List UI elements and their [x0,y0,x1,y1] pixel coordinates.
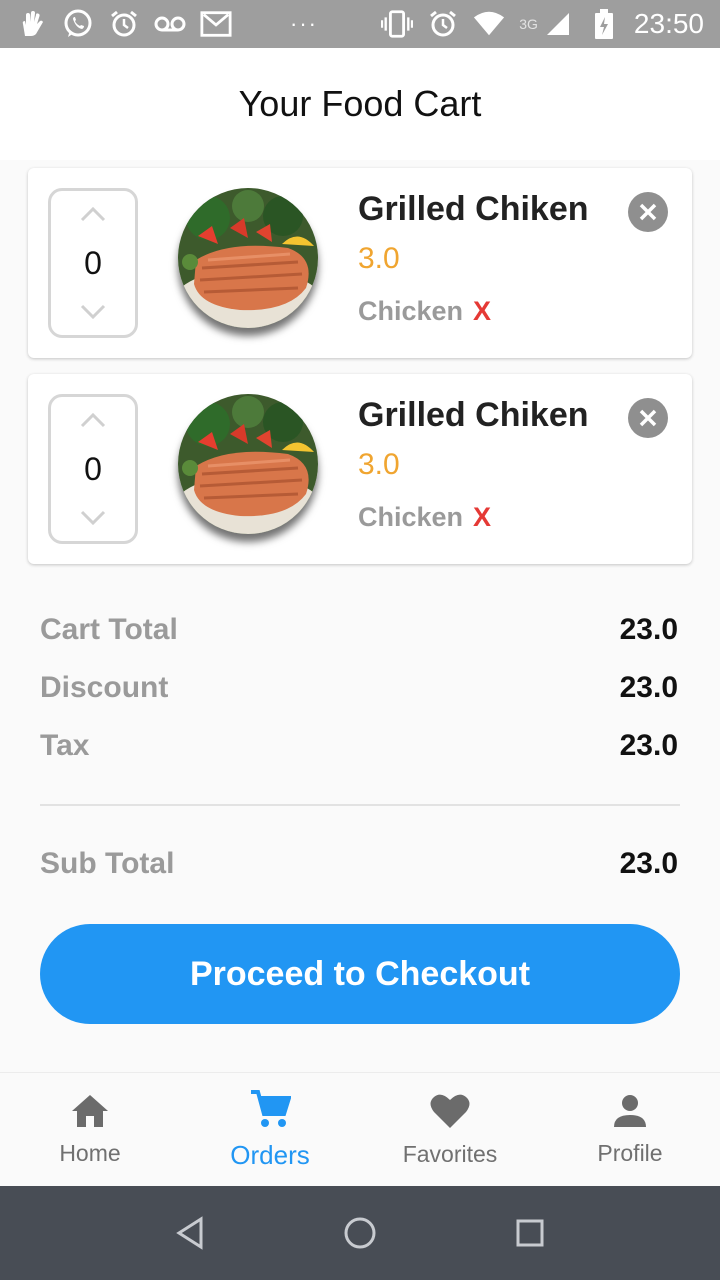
item-category: Chicken X [358,296,491,327]
gmail-icon [200,8,232,40]
cart-total-value: 23.0 [619,613,678,646]
system-navigation-bar [0,1186,720,1280]
quantity-stepper: 0 [48,394,138,544]
nav-label-profile: Profile [597,1139,663,1166]
alarm-icon [427,8,459,40]
wifi-icon [473,8,505,40]
page-title: Your Food Cart [238,83,482,124]
item-name: Grilled Chiken [358,396,589,434]
proceed-to-checkout-button[interactable]: Proceed to Checkout [40,924,680,1024]
whatsapp-icon [62,8,94,40]
nav-label-home: Home [59,1139,121,1166]
remove-item-button[interactable] [628,192,668,232]
clock: 23:50 [633,8,704,39]
subtotal-row: Sub Total 23.0 [40,844,678,884]
home-icon [70,1093,110,1134]
quantity-stepper: 0 [48,188,138,338]
hand-icon [16,8,48,40]
discount-row: Discount 23.0 [40,668,678,708]
category-x-mark: X [473,502,492,532]
signal-icon [542,8,574,40]
item-price: 3.0 [358,242,400,275]
item-name: Grilled Chiken [358,190,589,228]
cart-item-card: 0 Grilled Chiken 3.0 Chicken X [28,374,692,564]
subtotal-label: Sub Total [40,847,175,880]
app-header: Your Food Cart [0,48,720,160]
decrease-quantity-button[interactable] [73,299,113,325]
increase-quantity-button[interactable] [73,407,113,433]
tax-label: Tax [40,729,90,762]
quantity-value: 0 [84,244,102,281]
battery-icon [588,8,620,40]
decrease-quantity-button[interactable] [73,505,113,531]
home-circle-icon[interactable] [340,1213,380,1253]
quantity-value: 0 [84,450,102,487]
nav-item-home[interactable]: Home [0,1073,180,1186]
heart-icon [429,1092,471,1135]
discount-value: 23.0 [619,671,678,704]
cart-item-card: 0 Grilled Chiken 3.0 Chicken X [28,168,692,358]
close-icon [639,203,657,221]
nav-label-orders: Orders [230,1139,310,1170]
remove-item-button[interactable] [628,398,668,438]
voicemail-icon [154,8,186,40]
category-x-mark: X [473,296,492,326]
more-notifications-icon: ··· [290,11,318,36]
close-icon [639,409,657,427]
back-icon[interactable] [170,1213,210,1253]
nav-item-orders[interactable]: Orders [180,1073,360,1186]
item-category: Chicken X [358,502,491,533]
nav-label-favorites: Favorites [402,1140,498,1167]
recents-icon[interactable] [510,1213,550,1253]
nav-item-profile[interactable]: Profile [540,1073,720,1186]
cart-total-row: Cart Total 23.0 [40,610,678,650]
item-category-label: Chicken [358,502,464,532]
food-image [178,394,318,534]
person-icon [612,1093,648,1134]
summary-divider [40,804,680,806]
vibrate-icon [381,8,414,40]
cart-total-label: Cart Total [40,613,178,646]
subtotal-value: 23.0 [619,847,678,880]
alarm-icon [108,8,140,40]
tax-value: 23.0 [619,729,678,762]
network-type-label: 3G [519,16,538,32]
food-image [178,188,318,328]
nav-item-favorites[interactable]: Favorites [360,1073,540,1186]
item-price: 3.0 [358,448,400,481]
bottom-navigation: Home Orders Favorites Profile [0,1072,720,1186]
item-category-label: Chicken [358,296,464,326]
tax-row: Tax 23.0 [40,726,678,766]
cart-icon [249,1089,292,1134]
increase-quantity-button[interactable] [73,201,113,227]
status-bar: ··· 3G 23:50 [0,0,720,48]
discount-label: Discount [40,671,169,704]
